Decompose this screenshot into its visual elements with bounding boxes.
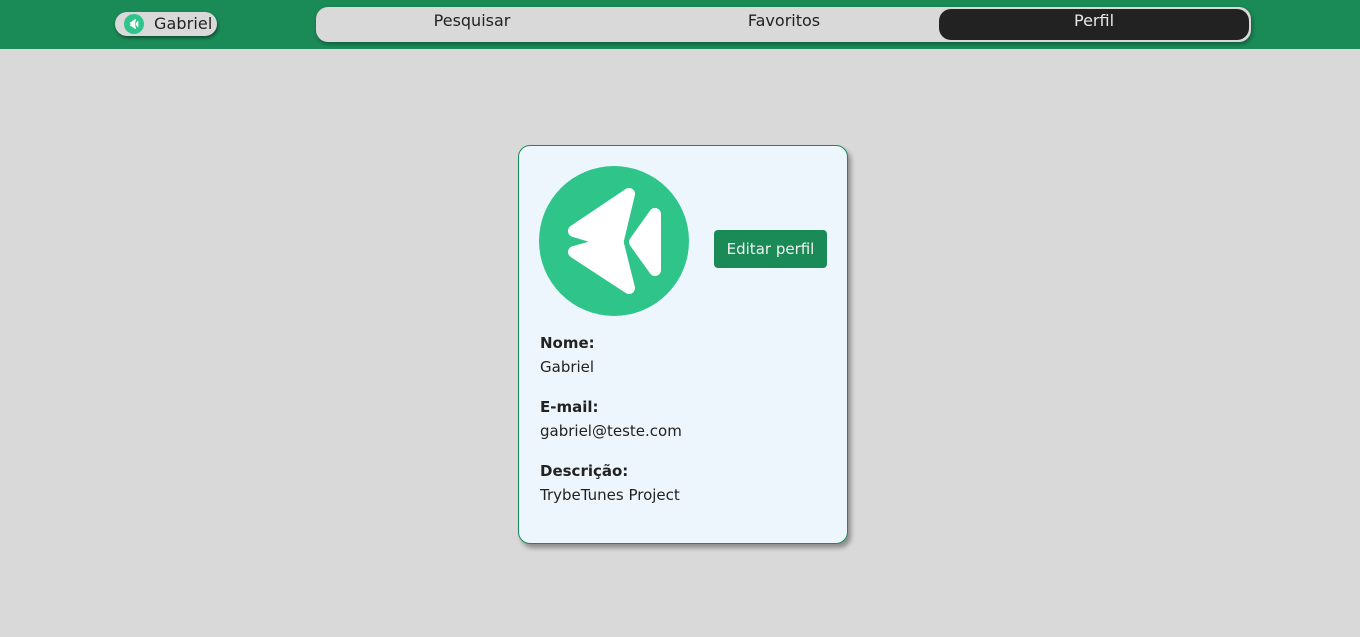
name-label: Nome: — [540, 334, 595, 352]
tab-perfil[interactable]: Perfil — [939, 9, 1249, 40]
user-chip: Gabriel — [115, 12, 217, 36]
name-value: Gabriel — [540, 358, 595, 376]
trybetunes-logo-icon — [568, 188, 661, 294]
tab-pesquisar[interactable]: Pesquisar — [316, 7, 628, 42]
description-label: Descrição: — [540, 462, 629, 480]
user-name: Gabriel — [154, 14, 213, 33]
profile-avatar — [539, 166, 689, 316]
tab-favoritos[interactable]: Favoritos — [628, 7, 940, 42]
trybetunes-logo-icon — [124, 14, 144, 34]
main-nav: Pesquisar Favoritos Perfil — [316, 7, 1251, 42]
email-value: gabriel@teste.com — [540, 422, 682, 440]
top-header: Gabriel Pesquisar Favoritos Perfil — [0, 0, 1360, 49]
description-value: TrybeTunes Project — [540, 486, 680, 504]
profile-card: Editar perfil Nome: Gabriel E-mail: gabr… — [518, 145, 848, 544]
edit-profile-button[interactable]: Editar perfil — [714, 230, 827, 268]
email-label: E-mail: — [540, 398, 599, 416]
